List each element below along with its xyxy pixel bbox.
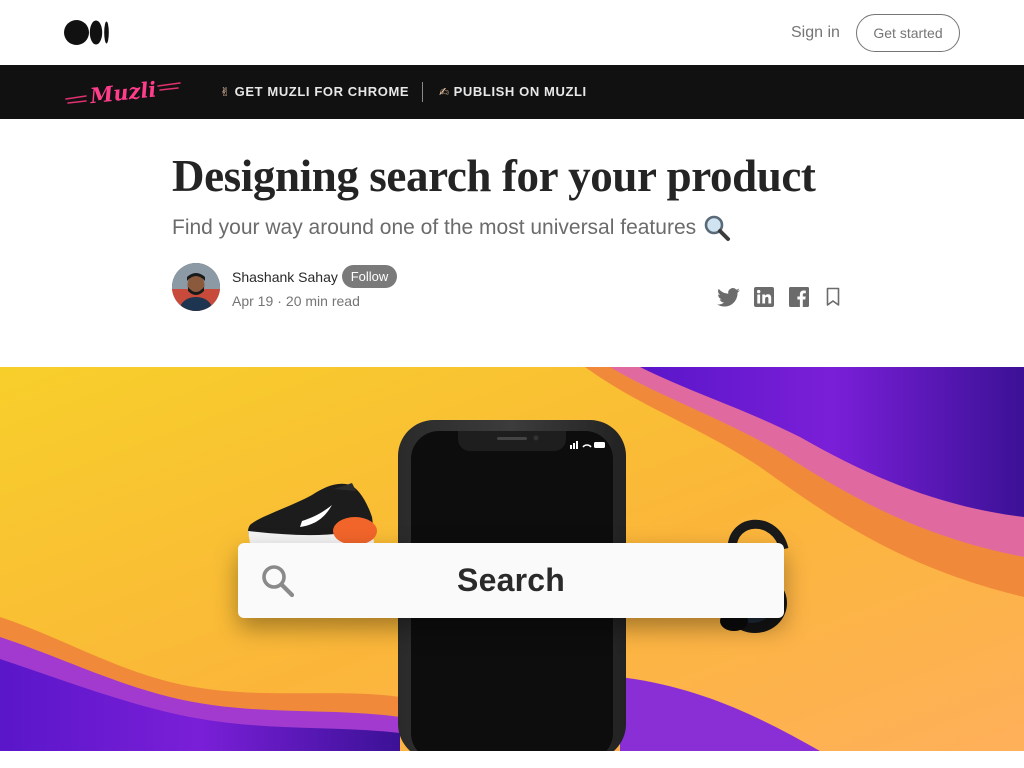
- twitter-icon: [716, 287, 740, 307]
- share-facebook-button[interactable]: [787, 286, 811, 308]
- hero-search-text: Search: [457, 562, 565, 598]
- bookmark-button[interactable]: [821, 286, 845, 308]
- article-subtitle: Find your way around one of the most uni…: [172, 214, 732, 242]
- publish-on-muzli-link[interactable]: ✍ PUBLISH ON MUZLI: [439, 84, 587, 99]
- sign-in-link[interactable]: Sign in: [791, 24, 840, 42]
- bar-divider: [422, 82, 423, 102]
- get-started-button[interactable]: Get started: [856, 14, 960, 52]
- get-muzli-chrome-label: GET MUZLI FOR CHROME: [234, 84, 410, 99]
- bookmark-icon: [826, 287, 840, 306]
- rock-hand-icon: ✌: [220, 84, 231, 99]
- medium-logo-icon[interactable]: [64, 20, 110, 45]
- svg-text:Muzli: Muzli: [88, 76, 158, 108]
- read-time: 20 min read: [285, 293, 360, 309]
- share-twitter-button[interactable]: [716, 286, 740, 308]
- writing-hand-icon: ✍: [439, 84, 450, 99]
- publication-bar: Muzli ✌ GET MUZLI FOR CHROME ✍ PUBLISH O…: [0, 65, 1024, 119]
- hero-image: BOSE Search: [0, 367, 1024, 751]
- author-name[interactable]: Shashank Sahay: [232, 269, 338, 285]
- share-linkedin-button[interactable]: [752, 286, 776, 308]
- get-muzli-chrome-link[interactable]: ✌ GET MUZLI FOR CHROME: [220, 84, 409, 99]
- article-meta: Apr 19 · 20 min read: [232, 293, 360, 309]
- publish-date: Apr 19: [232, 293, 274, 309]
- publish-on-muzli-label: PUBLISH ON MUZLI: [453, 84, 587, 99]
- meta-separator: ·: [277, 293, 282, 309]
- article-title: Designing search for your product: [172, 151, 816, 201]
- facebook-icon: [789, 287, 809, 307]
- muzli-logo[interactable]: Muzli: [64, 75, 184, 109]
- magnifying-glass-icon: [704, 215, 731, 241]
- article-subtitle-text: Find your way around one of the most uni…: [172, 216, 697, 239]
- hero-search-bar: Search: [238, 543, 784, 618]
- linkedin-icon: [754, 287, 774, 307]
- author-avatar[interactable]: [172, 263, 220, 311]
- follow-button[interactable]: Follow: [342, 265, 397, 288]
- top-navbar: Sign in Get started: [0, 0, 1024, 65]
